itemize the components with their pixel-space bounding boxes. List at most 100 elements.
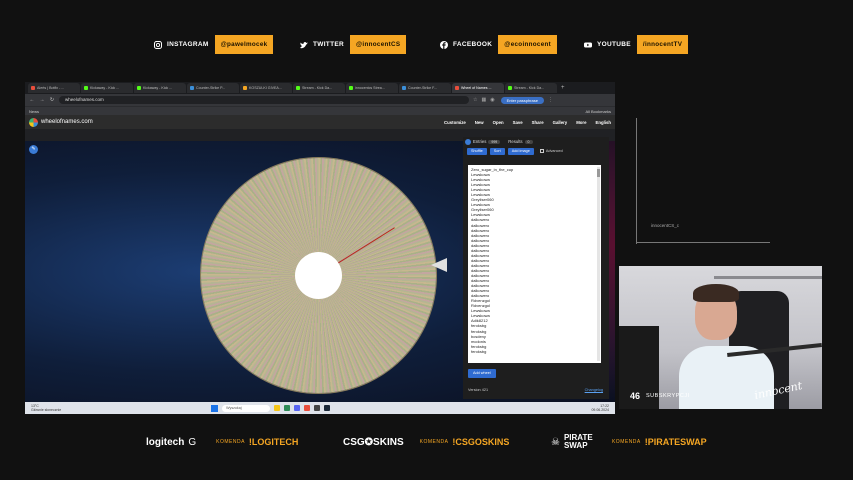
facebook-icon	[440, 40, 448, 49]
name-wheel[interactable]	[201, 158, 436, 393]
browser-window: Alerts | Botfix - ... Kickaway - Kick ..…	[25, 82, 615, 414]
tab-label: Alerts | Botfix - ...	[37, 86, 65, 90]
browser-tab[interactable]: innocentcs Strea...	[346, 83, 398, 93]
youtube-icon	[584, 42, 592, 47]
social-facebook: FACEBOOK @ecoinnocent	[440, 35, 558, 54]
sponsor-command: !PIRATESWAP	[644, 437, 707, 447]
tab-results[interactable]: Results 0	[508, 139, 533, 144]
browser-tab[interactable]: Stream - Kick Da...	[293, 83, 345, 93]
social-bar: INSTAGRAM @pawelmocek TWITTER @innocentC…	[150, 35, 710, 55]
menu-more[interactable]: More	[576, 120, 586, 125]
clock-date: 09.06.2024	[591, 408, 609, 412]
extension-icon[interactable]: ◉	[490, 97, 494, 103]
social-label: FACEBOOK	[453, 41, 493, 48]
edit-pencil-icon[interactable]: ✎	[29, 145, 38, 154]
menu-open[interactable]: Open	[493, 120, 504, 125]
entries-count: 999	[488, 139, 501, 144]
tab-results-label: Results	[508, 139, 523, 144]
menu-save[interactable]: Save	[513, 120, 523, 125]
bookmark-news[interactable]: News	[29, 109, 39, 114]
tab-label: Kickaway - Kick ...	[90, 86, 120, 90]
obs-icon[interactable]	[314, 405, 321, 411]
favicon-icon	[190, 86, 194, 90]
all-bookmarks[interactable]: All Bookmarks	[585, 109, 611, 114]
sponsor-komenda: KOMENDA	[611, 439, 641, 445]
sponsor-pirateswap: ☠ PIRATE SWAP KOMENDA !PIRATESWAP	[551, 432, 707, 452]
sponsor-komenda: KOMENDA	[216, 439, 245, 445]
site-title[interactable]: wheelofnames.com	[41, 119, 93, 125]
weather-widget[interactable]: 13°C Głównie słonecznie	[31, 404, 61, 412]
browser-tab[interactable]: Stream - Kick Da...	[505, 83, 557, 93]
browser-tab[interactable]: Kickaway - Kick ...	[134, 83, 186, 93]
tab-entries[interactable]: Entries 999	[465, 138, 501, 145]
sort-button[interactable]: Sort	[489, 147, 505, 155]
webcam-streamer-hair	[693, 284, 739, 302]
webcam-feed: innocent	[619, 266, 822, 409]
site-header: wheelofnames.com Customize New Open Save…	[25, 115, 615, 129]
shuffle-button[interactable]: Shuffle	[467, 147, 487, 155]
url-input[interactable]: wheelofnames.com	[59, 96, 469, 104]
reload-icon[interactable]: ↻	[49, 97, 55, 103]
windows-start-icon[interactable]	[211, 404, 219, 412]
wheel-logo-icon	[29, 117, 38, 127]
wheel-center[interactable]	[295, 252, 342, 299]
file-explorer-icon[interactable]	[274, 405, 281, 411]
address-bar-row: ← → ↻ wheelofnames.com ☆ ▦ ◉ Enter passp…	[25, 94, 615, 106]
bookmark-star-icon[interactable]: ☆	[473, 97, 477, 103]
hide-panel-icon[interactable]	[465, 138, 471, 145]
sponsor-command: !LOGITECH	[248, 437, 299, 447]
extension-icon[interactable]: ▦	[481, 97, 486, 103]
back-icon[interactable]: ←	[29, 97, 35, 103]
menu-new[interactable]: New	[475, 120, 484, 125]
favicon-icon	[402, 86, 406, 90]
advanced-checkbox[interactable]: Advanced	[539, 149, 563, 153]
favicon-icon	[508, 86, 512, 90]
taskbar-clock[interactable]: 17:22 09.06.2024	[591, 404, 609, 412]
logitech-g-icon: G	[188, 436, 197, 448]
social-handle: @ecoinnocent	[498, 35, 558, 54]
menu-gallery[interactable]: Gallery	[553, 120, 568, 125]
discord-icon[interactable]	[294, 405, 301, 411]
menu-dots-icon[interactable]: ⋮	[548, 97, 553, 103]
browser-tab[interactable]: Alerts | Botfix - ...	[28, 83, 80, 93]
instagram-icon	[154, 40, 162, 49]
subscriber-counter: 46 SUBSKRYPCJI	[630, 391, 690, 401]
app-icon[interactable]	[304, 405, 311, 411]
add-image-button[interactable]: Add image	[507, 147, 534, 155]
favicon-icon	[349, 86, 353, 90]
favicon-icon	[296, 86, 300, 90]
social-handle: /innocentTV	[636, 35, 689, 54]
taskbar-search[interactable]: Wyszukaj	[222, 404, 271, 412]
menu-customize[interactable]: Customize	[444, 120, 466, 125]
version-text: Version 421	[468, 388, 489, 392]
checkbox-icon	[539, 149, 544, 153]
browser-tab[interactable]: Counter-Strike F...	[399, 83, 451, 93]
menu-language[interactable]: English	[595, 120, 611, 125]
tab-label: Counter-Strike F...	[408, 86, 437, 90]
social-handle: @pawelmocek	[214, 35, 274, 54]
side-label: innocentCS_c	[651, 223, 680, 228]
chrome-icon[interactable]	[284, 405, 291, 411]
changelog-link[interactable]: Changelog	[585, 388, 603, 392]
browser-tab[interactable]: KOSZULKI GIVEA...	[240, 83, 292, 93]
social-instagram: INSTAGRAM @pawelmocek	[154, 35, 274, 54]
entries-textarea[interactable]: Zero_sugar_in_the_cup Lewskowa Lewskowa Lew…	[468, 165, 601, 363]
forward-icon[interactable]: →	[39, 97, 45, 103]
passphrase-button[interactable]: Enter passphrase	[500, 96, 544, 104]
twitter-icon	[300, 41, 308, 48]
menu-share[interactable]: Share	[532, 120, 544, 125]
steam-icon[interactable]	[324, 405, 331, 411]
webcam-shelf	[714, 276, 822, 279]
browser-tab[interactable]: Kickaway - Kick ...	[81, 83, 133, 93]
new-tab-button[interactable]: +	[561, 85, 565, 91]
panel-tabs: Entries 999 Results 0	[463, 137, 609, 146]
browser-tab-active[interactable]: Wheel of Names ...	[452, 83, 504, 93]
windows-taskbar: 13°C Głównie słonecznie Wyszukaj 17:22 0…	[25, 402, 615, 414]
sponsor-logitech: logitech G KOMENDA !LOGITECH	[146, 432, 298, 452]
entries-scrollbar[interactable]	[597, 167, 600, 361]
subs-label: SUBSKRYPCJI	[646, 393, 690, 399]
favicon-icon	[31, 86, 35, 90]
browser-tab[interactable]: Counter-Strike P...	[187, 83, 239, 93]
scrollbar-thumb[interactable]	[597, 169, 600, 177]
add-wheel-button[interactable]: Add wheel	[468, 369, 496, 378]
